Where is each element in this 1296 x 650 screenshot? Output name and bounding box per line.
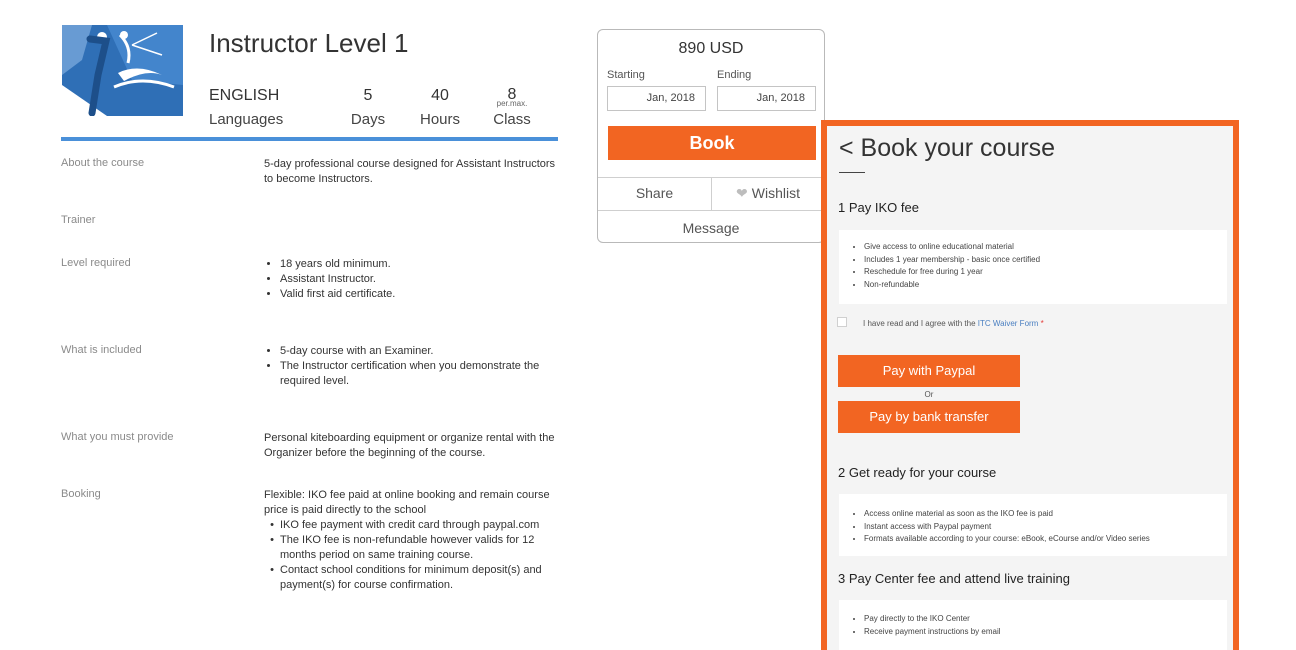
booking-text: Flexible: IKO fee paid at online booking… — [264, 489, 550, 516]
start-date-field[interactable]: Jan, 2018 — [607, 86, 706, 111]
stat-languages: ENGLISH Languages — [209, 86, 283, 128]
list-item: Reschedule for free during 1 year — [864, 266, 1227, 279]
list-item: The IKO fee is non-refundable however va… — [264, 533, 560, 563]
heart-icon: ❤ — [736, 185, 748, 201]
divider — [598, 210, 824, 211]
wishlist-button[interactable]: ❤ Wishlist — [712, 185, 824, 202]
detail-label: About the course — [61, 157, 145, 169]
detail-value: 5-day professional course designed for A… — [264, 158, 556, 185]
days-value: 5 — [363, 87, 373, 104]
list-item: Give access to online educational materi… — [864, 241, 1227, 254]
detail-label: Booking — [61, 488, 101, 500]
wishlist-label: Wishlist — [751, 185, 800, 201]
list-item: Receive payment instructions by email — [864, 626, 1227, 639]
title-underline — [839, 172, 865, 173]
detail-value: 5-day course with an Examiner. The Instr… — [264, 344, 560, 389]
step-3-info: Pay directly to the IKO Center Receive p… — [839, 600, 1227, 650]
list-item: Valid first aid certificate. — [280, 287, 560, 302]
detail-label: What is included — [61, 344, 142, 356]
step-2-heading: 2 Get ready for your course — [838, 465, 997, 480]
detail-value: Flexible: IKO fee paid at online booking… — [264, 488, 560, 593]
waiver-agreement: I have read and I agree with the ITC Wai… — [863, 319, 1044, 328]
list-item: Access online material as soon as the IK… — [864, 508, 1227, 521]
course-title: Instructor Level 1 — [209, 28, 409, 58]
class-value: 8 — [507, 86, 517, 103]
stat-hours: 40 Hours — [414, 86, 466, 128]
languages-value: ENGLISH — [209, 87, 280, 104]
list-item: Assistant Instructor. — [280, 272, 560, 287]
end-date-field[interactable]: Jan, 2018 — [717, 86, 816, 111]
list-item: Contact school conditions for minimum de… — [264, 563, 560, 593]
step-1-info: Give access to online educational materi… — [839, 230, 1227, 304]
list-item: Pay directly to the IKO Center — [864, 613, 1227, 626]
agree-text: I have read and I agree with the — [863, 319, 978, 328]
list-item: 18 years old minimum. — [280, 257, 560, 272]
waiver-checkbox[interactable] — [837, 317, 847, 327]
hours-value: 40 — [431, 87, 449, 104]
step-3-heading: 3 Pay Center fee and attend live trainin… — [838, 571, 1070, 586]
list-item: Instant access with Paypal payment — [864, 521, 1227, 534]
booking-card: 890 USD Starting Ending Jan, 2018 Jan, 2… — [597, 29, 825, 243]
message-button[interactable]: Message — [598, 220, 824, 236]
detail-label: Trainer — [61, 214, 96, 226]
hours-label: Hours — [419, 111, 460, 128]
detail-label: What you must provide — [61, 431, 174, 443]
list-item: Includes 1 year membership - basic once … — [864, 254, 1227, 267]
stat-days: 5 Days — [345, 86, 391, 128]
step-1-heading: 1 Pay IKO fee — [838, 200, 919, 215]
languages-label: Languages — [209, 111, 284, 128]
list-item: The Instructor certification when you de… — [280, 359, 560, 389]
stat-class: 8 per.max. Class — [489, 86, 535, 128]
step-2-info: Access online material as soon as the IK… — [839, 494, 1227, 556]
list-item: Non-refundable — [864, 279, 1227, 292]
panel-title[interactable]: < Book your course — [839, 134, 1055, 163]
pay-bank-transfer-button[interactable]: Pay by bank transfer — [838, 401, 1020, 433]
class-sub: per.max. — [496, 99, 528, 108]
detail-label: Level required — [61, 257, 131, 269]
starting-label: Starting — [607, 69, 645, 81]
header-divider — [61, 137, 558, 141]
or-separator: Or — [924, 390, 934, 399]
pay-paypal-button[interactable]: Pay with Paypal — [838, 355, 1020, 387]
book-course-panel: < Book your course 1 Pay IKO fee Give ac… — [821, 120, 1239, 650]
ending-label: Ending — [717, 69, 752, 81]
days-label: Days — [350, 111, 386, 128]
list-item: IKO fee payment with credit card through… — [264, 518, 560, 533]
list-item: 5-day course with an Examiner. — [280, 344, 560, 359]
class-label: Class — [493, 111, 531, 128]
waiver-link[interactable]: ITC Waiver Form — [978, 319, 1039, 328]
detail-value: Personal kiteboarding equipment or organ… — [264, 432, 555, 459]
detail-value: 18 years old minimum. Assistant Instruct… — [264, 257, 560, 302]
price: 890 USD — [678, 40, 744, 57]
share-button[interactable]: Share — [598, 185, 711, 201]
list-item: Formats available according to your cour… — [864, 533, 1227, 546]
course-logo — [62, 25, 183, 117]
book-button[interactable]: Book — [608, 126, 816, 160]
required-marker: * — [1038, 319, 1044, 328]
